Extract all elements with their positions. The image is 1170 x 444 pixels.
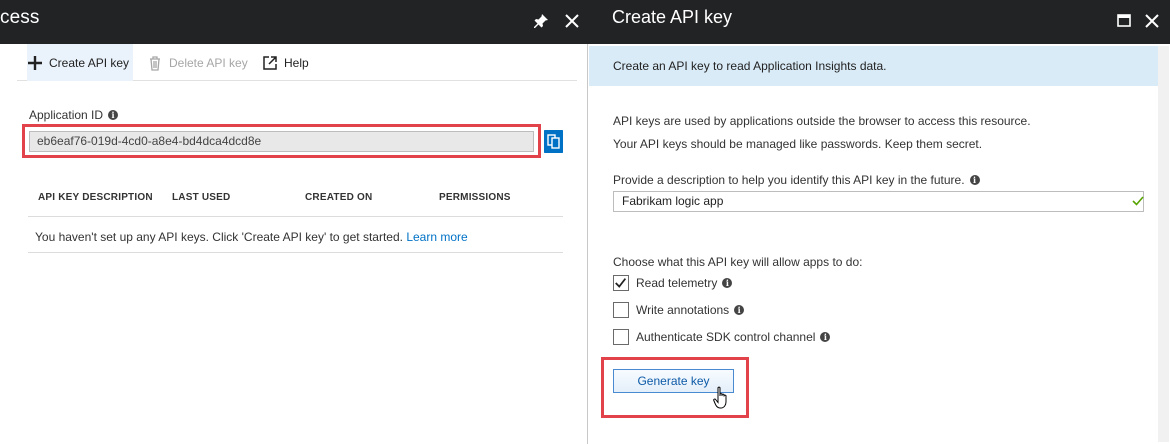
trash-icon xyxy=(150,55,160,71)
maximize-icon[interactable] xyxy=(1117,14,1131,27)
command-bar: Create API key Delete API key Help xyxy=(17,44,577,81)
help-button[interactable]: Help xyxy=(262,44,309,81)
authenticate-sdk-checkbox[interactable] xyxy=(613,329,629,345)
info-icon[interactable]: i xyxy=(108,110,119,120)
blade-title: Create API key xyxy=(612,7,733,27)
info-icon[interactable]: i xyxy=(969,175,980,185)
external-link-icon xyxy=(263,55,277,70)
scrollbar[interactable] xyxy=(1158,46,1169,442)
api-key-description-label-text: Provide a description to help you identi… xyxy=(613,173,965,187)
create-api-key-button[interactable]: Create API key xyxy=(27,44,134,81)
blade-header: Create API key xyxy=(588,0,1170,44)
table-divider xyxy=(28,216,563,217)
delete-api-key-label: Delete API key xyxy=(169,55,248,70)
read-telemetry-checkbox[interactable] xyxy=(613,275,629,291)
column-header-permissions[interactable]: PERMISSIONS xyxy=(439,192,511,203)
api-key-description-input[interactable]: Fabrikam logic app xyxy=(613,191,1144,212)
hand-cursor-icon xyxy=(713,386,727,409)
info-icon[interactable]: i xyxy=(820,332,831,342)
copy-icon[interactable] xyxy=(544,130,563,153)
create-api-key-label: Create API key xyxy=(49,55,130,70)
checkmark-icon xyxy=(1132,196,1144,206)
column-header-description[interactable]: API KEY DESCRIPTION xyxy=(38,192,153,203)
description-line: Your API keys should be managed like pas… xyxy=(613,137,983,151)
blade-header: cess xyxy=(0,0,588,44)
delete-api-key-button[interactable]: Delete API key xyxy=(147,44,248,81)
empty-message-text: You haven't set up any API keys. Click '… xyxy=(35,230,403,244)
permissions-label: Choose what this API key will allow apps… xyxy=(613,255,863,269)
permission-write-annotations[interactable]: Write annotations i xyxy=(613,302,745,318)
blade-title: cess xyxy=(0,7,40,28)
column-header-created-on[interactable]: CREATED ON xyxy=(305,192,372,203)
info-icon[interactable]: i xyxy=(734,305,745,315)
description-line: API keys are used by applications outsid… xyxy=(613,114,1031,128)
close-icon[interactable] xyxy=(1143,12,1161,30)
api-key-description-label: Provide a description to help you identi… xyxy=(613,173,980,187)
help-label: Help xyxy=(284,55,309,70)
table-divider xyxy=(28,252,563,253)
permission-label: Authenticate SDK control channel xyxy=(636,330,816,344)
close-icon[interactable] xyxy=(563,12,581,30)
pin-icon[interactable] xyxy=(533,13,549,29)
api-access-blade: cess Create API key Delete API key Help xyxy=(0,0,588,444)
write-annotations-checkbox[interactable] xyxy=(613,302,629,318)
application-id-field[interactable]: eb6eaf76-019d-4cd0-a8e4-bd4dca4dcd8e xyxy=(29,131,534,152)
empty-table-message: You haven't set up any API keys. Click '… xyxy=(35,230,468,244)
column-header-last-used[interactable]: LAST USED xyxy=(172,192,230,203)
permission-label: Write annotations xyxy=(636,303,730,317)
application-id-label-text: Application ID xyxy=(29,108,104,122)
permission-authenticate-sdk[interactable]: Authenticate SDK control channel i xyxy=(613,329,831,345)
check-icon xyxy=(615,278,627,288)
info-icon[interactable]: i xyxy=(722,278,733,288)
application-id-label: Application ID i xyxy=(29,108,119,122)
permission-label: Read telemetry xyxy=(636,276,718,290)
learn-more-link[interactable]: Learn more xyxy=(406,230,467,244)
info-banner: Create an API key to read Application In… xyxy=(589,46,1158,86)
permission-read-telemetry[interactable]: Read telemetry i xyxy=(613,275,733,291)
plus-icon xyxy=(28,55,42,70)
